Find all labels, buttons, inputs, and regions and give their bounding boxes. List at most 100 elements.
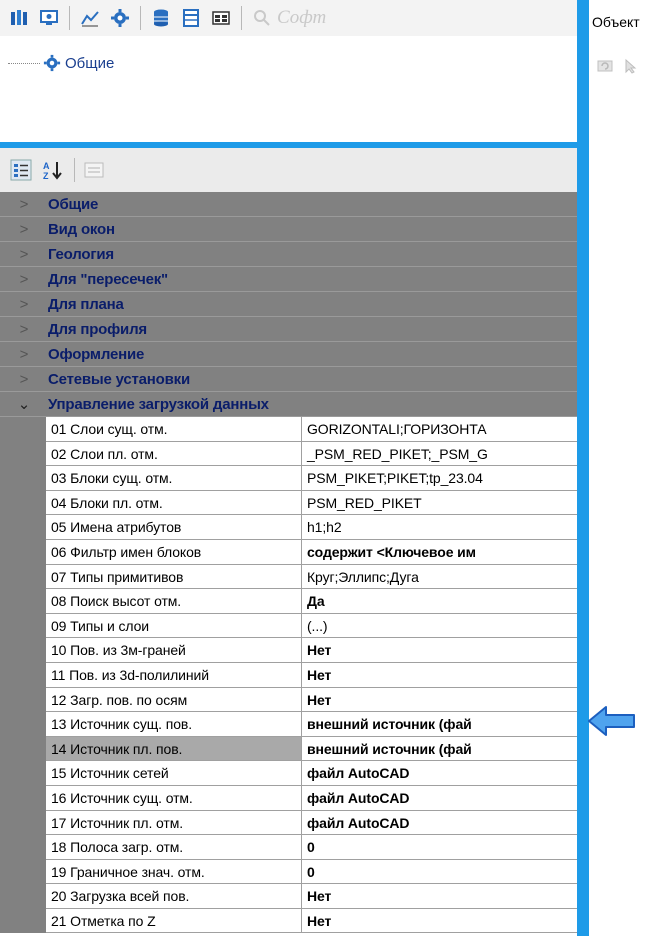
property-row[interactable]: 11 Пов. из 3d-полилиний Нет [0, 662, 577, 688]
category-row[interactable]: > Геология [0, 242, 577, 267]
search-box[interactable]: Софт [253, 7, 326, 29]
pointer-arrow-icon [588, 706, 635, 736]
property-row[interactable]: 21 Отметка по Z Нет [0, 908, 577, 934]
property-value[interactable]: _PSM_RED_PIKET;_PSM_G [302, 442, 577, 467]
category-row[interactable]: > Сетевые установки [0, 367, 577, 392]
property-name[interactable]: 11 Пов. из 3d-полилиний [46, 662, 302, 688]
property-name[interactable]: 03 Блоки сущ. отм. [46, 466, 302, 491]
category-row[interactable]: > Для плана [0, 292, 577, 317]
tree-node-general[interactable]: Общие [8, 54, 114, 72]
property-row[interactable]: 20 Загрузка всей пов. Нет [0, 884, 577, 909]
property-row[interactable]: 15 Источник сетей файл AutoCAD [0, 761, 577, 786]
property-row[interactable]: 01 Слои сущ. отм. GORIZONTALI;ГОРИЗОНТА [0, 417, 577, 442]
cursor-icon[interactable] [623, 58, 639, 74]
property-value[interactable]: Нет [302, 638, 577, 663]
property-name[interactable]: 16 Источник сущ. отм. [46, 785, 302, 811]
property-name[interactable]: 09 Типы и слои [46, 613, 302, 639]
property-row[interactable]: 18 Полоса загр. отм. 0 [0, 835, 577, 860]
property-name[interactable]: 19 Граничное знач. отм. [46, 859, 302, 885]
property-value[interactable]: внешний источник (фай [302, 712, 577, 737]
property-value[interactable]: PSM_RED_PIKET [302, 491, 577, 516]
property-value[interactable]: GORIZONTALI;ГОРИЗОНТА [302, 417, 577, 442]
property-value[interactable]: внешний источник (фай [302, 737, 577, 762]
category-row[interactable]: > Оформление [0, 342, 577, 367]
monitor-icon[interactable] [39, 8, 59, 28]
property-row[interactable]: 08 Поиск высот отм. Да [0, 589, 577, 614]
property-pages-button[interactable] [81, 157, 107, 183]
property-name[interactable]: 17 Источник пл. отм. [46, 810, 302, 836]
property-name[interactable]: 05 Имена атрибутов [46, 515, 302, 540]
property-row[interactable]: 14 Источник пл. пов. внешний источник (фа… [0, 736, 577, 762]
chevron-right-icon[interactable]: > [0, 296, 48, 313]
category-row[interactable]: > Для профиля [0, 317, 577, 342]
property-value[interactable]: файл AutoCAD [302, 786, 577, 811]
chevron-right-icon[interactable]: > [0, 346, 48, 363]
property-row[interactable]: 16 Источник сущ. отм. файл AutoCAD [0, 785, 577, 811]
property-row[interactable]: 06 Фильтр имен блоков содержит <Ключевое … [0, 539, 577, 565]
property-row[interactable]: 13 Источник сущ. пов. внешний источник (ф… [0, 712, 577, 737]
columns-icon[interactable] [9, 8, 29, 28]
property-row[interactable]: 04 Блоки пл. отм. PSM_RED_PIKET [0, 490, 577, 516]
chart-icon[interactable] [80, 8, 100, 28]
chevron-right-icon[interactable]: > [0, 246, 48, 263]
property-row[interactable]: 09 Типы и слои (...) [0, 613, 577, 639]
property-name[interactable]: 12 Загр. пов. по осям [46, 687, 302, 713]
property-value[interactable]: 0 [302, 860, 577, 885]
property-name[interactable]: 15 Источник сетей [46, 761, 302, 786]
category-row[interactable]: > Для "пересечек" [0, 267, 577, 292]
property-name[interactable]: 04 Блоки пл. отм. [46, 490, 302, 516]
grid-icon[interactable] [211, 8, 231, 28]
property-value[interactable]: PSM_PIKET;PIKET;tp_23.04 [302, 466, 577, 491]
property-row[interactable]: 12 Загр. пов. по осям Нет [0, 687, 577, 713]
category-row[interactable]: ⌄ Управление загрузкой данных [0, 392, 577, 417]
property-value[interactable]: файл AutoCAD [302, 761, 577, 786]
chevron-right-icon[interactable]: > [0, 221, 48, 238]
property-value[interactable]: содержит <Ключевое им [302, 540, 577, 565]
splitter-vertical[interactable] [577, 0, 589, 936]
categorized-view-button[interactable] [8, 157, 34, 183]
property-row[interactable]: 17 Источник пл. отм. файл AutoCAD [0, 810, 577, 836]
property-value[interactable]: Круг;Эллипс;Дуга [302, 565, 577, 590]
property-name[interactable]: 02 Слои пл. отм. [46, 441, 302, 467]
property-value[interactable]: 0 [302, 835, 577, 860]
property-row[interactable]: 02 Слои пл. отм. _PSM_RED_PIKET;_PSM_G [0, 441, 577, 467]
property-name[interactable]: 21 Отметка по Z [46, 908, 302, 934]
property-name[interactable]: 10 Пов. из 3м-граней [46, 638, 302, 663]
chevron-right-icon[interactable]: > [0, 321, 48, 338]
property-row[interactable]: 19 Граничное знач. отм. 0 [0, 859, 577, 885]
gear-icon[interactable] [110, 8, 130, 28]
property-value[interactable]: (...) [302, 614, 577, 639]
property-name[interactable]: 07 Типы примитивов [46, 564, 302, 590]
property-value[interactable]: Да [302, 589, 577, 614]
property-row[interactable]: 03 Блоки сущ. отм. PSM_PIKET;PIKET;tp_23.… [0, 466, 577, 491]
property-name[interactable]: 18 Полоса загр. отм. [46, 835, 302, 860]
property-name[interactable]: 06 Фильтр имен блоков [46, 539, 302, 565]
property-value[interactable]: Нет [302, 909, 577, 934]
chevron-right-icon[interactable]: > [0, 196, 48, 213]
category-row[interactable]: > Общие [0, 192, 577, 217]
category-label: Для "пересечек" [48, 270, 168, 288]
property-value[interactable]: Нет [302, 688, 577, 713]
property-value[interactable]: h1;h2 [302, 515, 577, 540]
row-gutter [0, 638, 46, 663]
property-row[interactable]: 05 Имена атрибутов h1;h2 [0, 515, 577, 540]
chevron-down-icon[interactable]: ⌄ [0, 395, 48, 413]
chevron-right-icon[interactable]: > [0, 371, 48, 388]
property-value[interactable]: Нет [302, 884, 577, 909]
property-name[interactable]: 14 Источник пл. пов. [46, 736, 302, 762]
category-row[interactable]: > Вид окон [0, 217, 577, 242]
property-row[interactable]: 07 Типы примитивов Круг;Эллипс;Дуга [0, 564, 577, 590]
property-row[interactable]: 10 Пов. из 3м-граней Нет [0, 638, 577, 663]
property-name[interactable]: 13 Источник сущ. пов. [46, 712, 302, 737]
refresh-icon[interactable] [597, 58, 613, 74]
property-name[interactable]: 01 Слои сущ. отм. [46, 417, 302, 442]
alphabetical-sort-button[interactable]: AZ [40, 157, 66, 183]
property-name[interactable]: 20 Загрузка всей пов. [46, 884, 302, 909]
table-icon[interactable] [181, 8, 201, 28]
chevron-right-icon[interactable]: > [0, 271, 48, 288]
search-placeholder: Софт [277, 7, 327, 28]
database-icon[interactable] [151, 8, 171, 28]
property-value[interactable]: файл AutoCAD [302, 811, 577, 836]
property-value[interactable]: Нет [302, 663, 577, 688]
property-name[interactable]: 08 Поиск высот отм. [46, 589, 302, 614]
